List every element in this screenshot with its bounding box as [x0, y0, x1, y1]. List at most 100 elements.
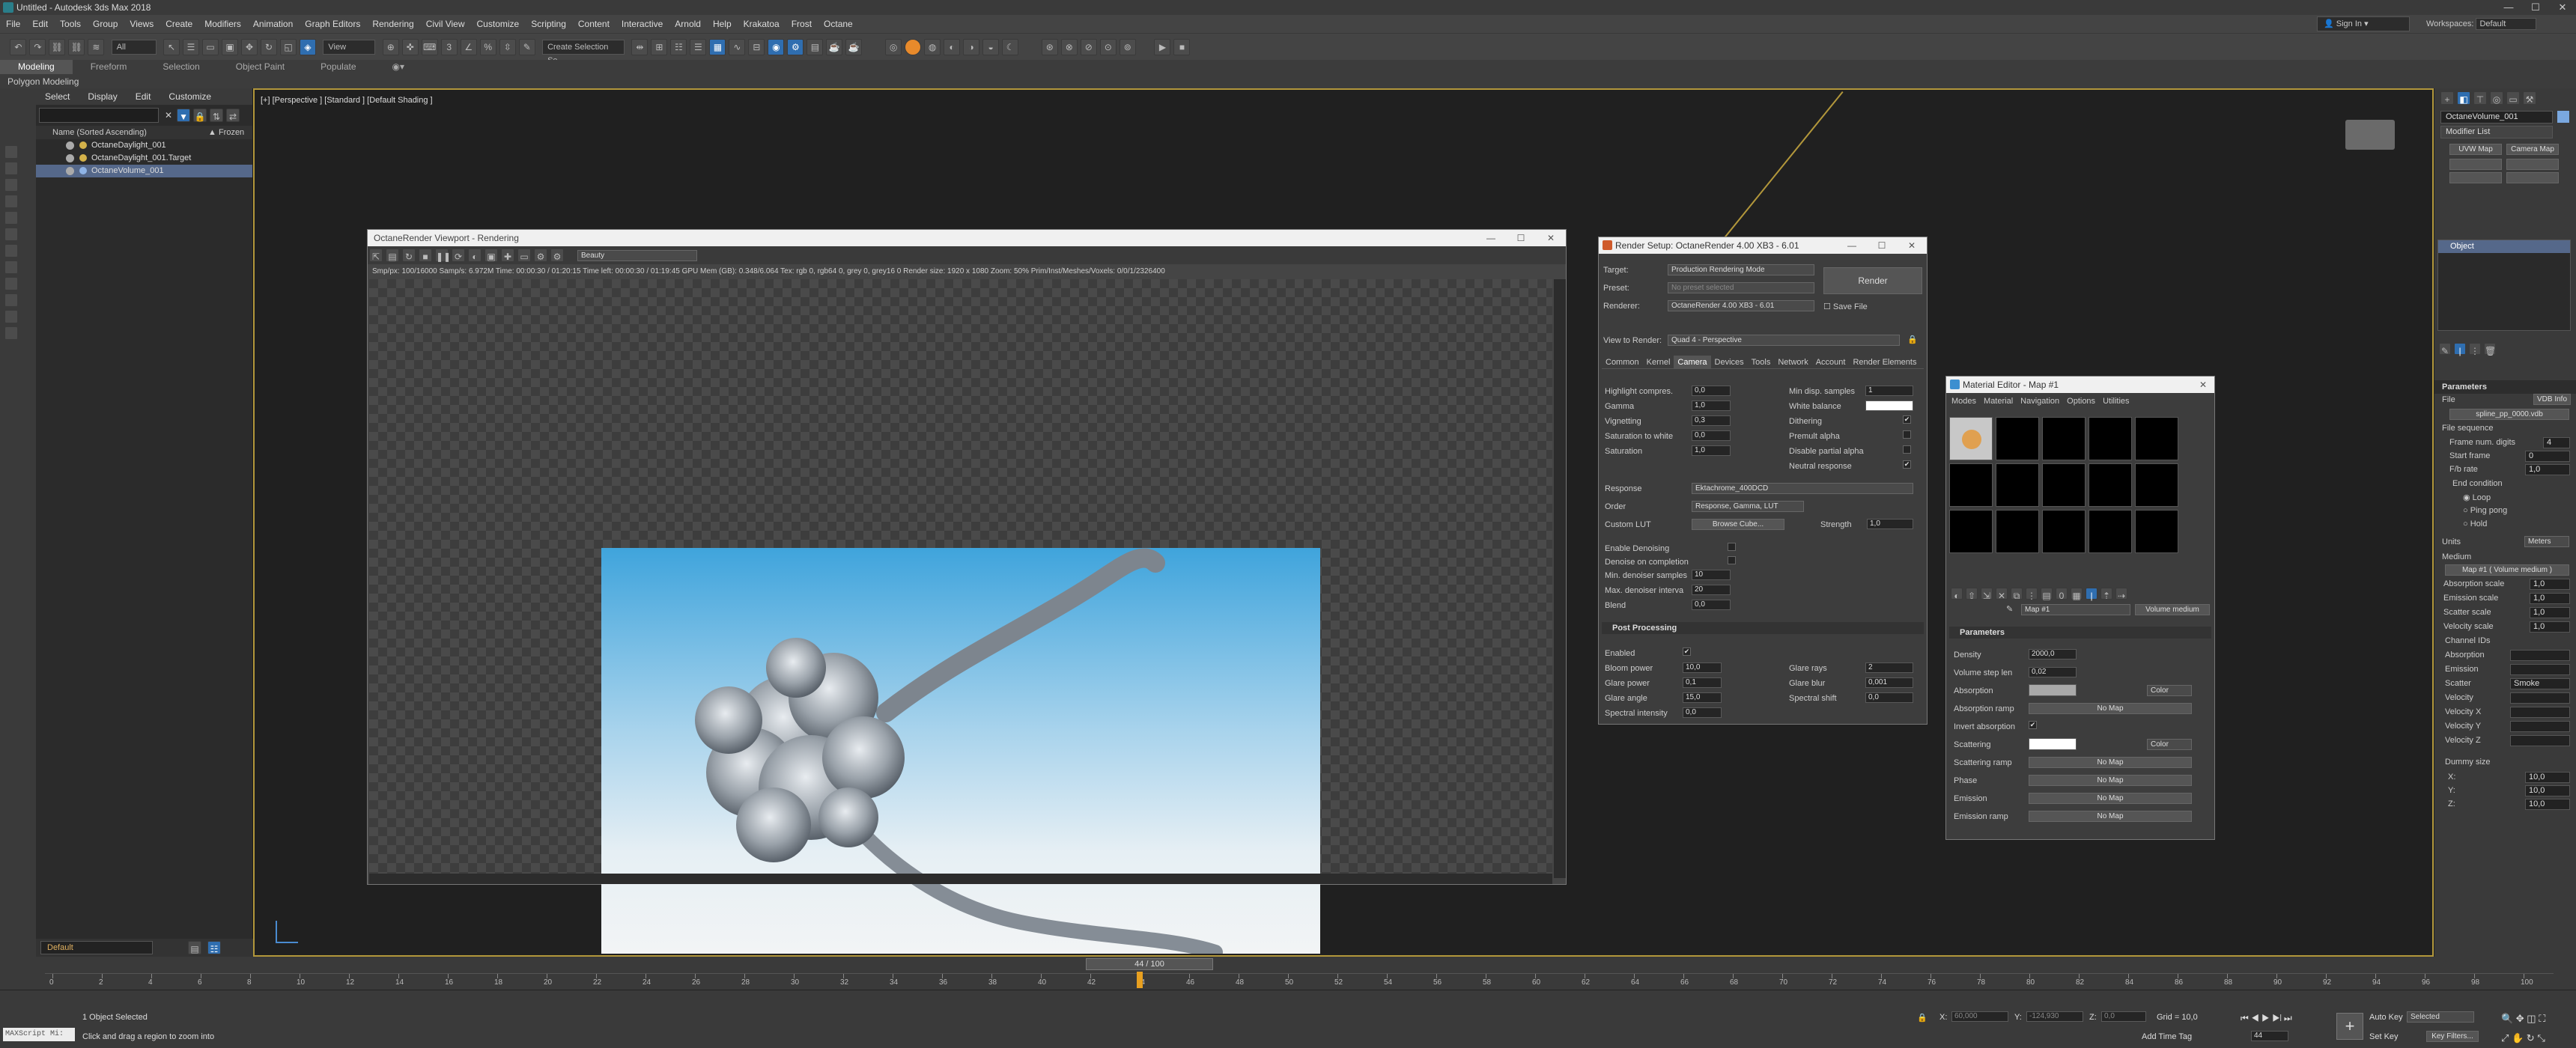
render-production-icon[interactable]: ☕ [826, 39, 843, 55]
spacewarps-filter-icon[interactable] [4, 277, 18, 290]
scale-field[interactable]: 1,0 [2530, 607, 2570, 618]
close-icon[interactable]: ✕ [1536, 230, 1566, 246]
gear-icon[interactable]: ⚙ [550, 249, 564, 262]
scale-field[interactable]: 1,0 [2530, 593, 2570, 604]
align-icon[interactable]: ⊞ [651, 39, 668, 55]
menu-navigation[interactable]: Navigation [2017, 394, 2063, 408]
modifier-slot-button[interactable] [2506, 172, 2559, 183]
render-setup-titlebar[interactable]: Render Setup: OctaneRender 4.00 XB3 - 6.… [1599, 237, 1927, 254]
krakatoa-magma-icon[interactable]: ⊚ [1119, 39, 1136, 55]
krakatoa-prt-icon[interactable]: ⊙ [1099, 39, 1117, 55]
scattering-mode-dropdown[interactable]: Color [2147, 739, 2192, 750]
rendered-frame-window-icon[interactable]: ▤ [806, 39, 824, 55]
octane-globe-icon[interactable]: ◍ [924, 39, 941, 55]
uvw-map-button[interactable]: UVW Map [2449, 144, 2502, 155]
display-all-icon[interactable] [4, 162, 18, 175]
octane-viewport-titlebar[interactable]: OctaneRender Viewport - Rendering — ☐ ✕ [368, 230, 1566, 246]
list-item[interactable]: OctaneDaylight_001.Target [36, 152, 252, 165]
filter-icon[interactable]: ▼ [177, 109, 191, 122]
menu-modifiers[interactable]: Modifiers [198, 15, 247, 33]
snap-3d-icon[interactable]: 3 [440, 39, 458, 55]
assign-material-icon[interactable]: ⇲ [1981, 588, 1993, 601]
sample-slot[interactable] [1949, 463, 1993, 507]
vertical-scrollbar[interactable] [1554, 279, 1566, 878]
start-frame-field[interactable]: 0 [2525, 451, 2570, 462]
hierarchy-icon[interactable]: ⇄ [226, 109, 240, 122]
dummy-y-field[interactable]: 10,0 [2525, 785, 2570, 796]
krakatoa-icon[interactable]: ⊛ [1041, 39, 1058, 55]
column-frozen[interactable]: ▲ Frozen [208, 126, 244, 139]
white-balance-swatch[interactable] [1865, 400, 1913, 411]
close-icon[interactable]: ✕ [2199, 377, 2207, 393]
menu-create[interactable]: Create [160, 15, 198, 33]
move-icon[interactable]: ✥ [241, 39, 258, 55]
phase-button[interactable]: No Map [2029, 775, 2192, 786]
scene-list-header[interactable]: Name (Sorted Ascending) ▲ Frozen [36, 126, 252, 139]
menu-rendering[interactable]: Rendering [366, 15, 419, 33]
lock-resolution-icon[interactable]: ▭ [517, 249, 531, 262]
gamma-field[interactable]: 1,0 [1692, 400, 1731, 411]
put-to-library-icon[interactable]: ▤ [2041, 588, 2053, 601]
spectral-intensity-field[interactable]: 0,0 [1683, 707, 1722, 718]
menu-help[interactable]: Help [707, 15, 738, 33]
scene-explorer-icon[interactable]: ☷ [207, 941, 221, 954]
menu-octane[interactable]: Octane [818, 15, 859, 33]
visibility-icon[interactable] [66, 141, 74, 150]
named-selection-dropdown[interactable]: Create Selection Se [542, 40, 625, 65]
bloom-power-field[interactable]: 10,0 [1683, 662, 1722, 673]
map-name-field[interactable]: Map #1 [2021, 604, 2130, 615]
select-manipulate-icon[interactable]: ✜ [401, 39, 419, 55]
camera-map-button[interactable]: Camera Map [2506, 144, 2559, 155]
refresh-icon[interactable]: ⟳ [452, 249, 465, 262]
close-icon[interactable]: ✕ [1897, 237, 1927, 254]
octane-daylight-icon[interactable]: ☾ [1002, 39, 1019, 55]
highlight-field[interactable]: 0,0 [1692, 386, 1731, 396]
clear-search-icon[interactable]: ✕ [165, 110, 172, 121]
menu-customize[interactable]: Customize [471, 15, 526, 33]
denoise-completion-checkbox[interactable] [1728, 556, 1736, 564]
dummy-x-field[interactable]: 10,0 [2525, 772, 2570, 783]
channel-dropdown[interactable] [2510, 664, 2570, 675]
parameters-rollout[interactable]: Parameters [2434, 380, 2576, 394]
send-scene-icon[interactable]: ⇱ [369, 249, 383, 262]
tab-freeform[interactable]: Freeform [73, 60, 145, 74]
list-item[interactable]: OctaneVolume_001 [36, 165, 252, 177]
min-denoiser-field[interactable]: 10 [1692, 570, 1731, 580]
preset-dropdown[interactable]: No preset selected [1668, 282, 1814, 293]
post-enabled-checkbox[interactable]: ✔ [1683, 648, 1691, 656]
glare-blur-field[interactable]: 0,001 [1865, 677, 1913, 688]
dummy-z-field[interactable]: 10,0 [2525, 799, 2570, 810]
ribbon-toggle-icon[interactable]: ◉▾ [374, 60, 423, 74]
tab-common[interactable]: Common [1602, 356, 1643, 369]
utilities-tab-icon[interactable]: ⚒ [2523, 91, 2536, 105]
cameras-filter-icon[interactable] [4, 244, 18, 258]
groups-filter-icon[interactable] [4, 293, 18, 307]
render-pass-dropdown[interactable]: Beauty [577, 249, 697, 261]
invert-absorption-checkbox[interactable]: ✔ [2029, 721, 2037, 729]
x-field[interactable]: 60,000 [1951, 1011, 2008, 1022]
toggle-scene-explorer-icon[interactable]: ☷ [670, 39, 687, 55]
spectral-shift-field[interactable]: 0,0 [1865, 692, 1913, 703]
absorption-mode-dropdown[interactable]: Color [2147, 685, 2192, 696]
mirror-icon[interactable]: ⇹ [631, 39, 648, 55]
frame-digits-field[interactable]: 4 [2543, 437, 2570, 448]
channel-dropdown[interactable]: Smoke [2510, 678, 2570, 689]
menu-content[interactable]: Content [572, 15, 616, 33]
stop-render-icon[interactable]: ■ [419, 249, 432, 262]
show-in-viewport-icon[interactable]: ▦ [2071, 588, 2083, 601]
tab-account[interactable]: Account [1812, 356, 1850, 369]
curve-editor-icon[interactable]: ∿ [729, 39, 746, 55]
focus-picker-icon[interactable]: ✚ [501, 249, 514, 262]
save-image-icon[interactable]: ▤ [386, 249, 399, 262]
vignetting-field[interactable]: 0,3 [1692, 415, 1731, 426]
menu-frost[interactable]: Frost [786, 15, 818, 33]
menu-file[interactable]: File [0, 15, 26, 33]
invert-display-icon[interactable] [4, 178, 18, 192]
make-unique-icon[interactable]: ⋮ [2469, 343, 2481, 356]
column-name[interactable]: Name (Sorted Ascending) [52, 128, 147, 137]
go-forward-icon[interactable]: ⇢ [2115, 588, 2127, 601]
render-button[interactable]: Render [1823, 267, 1922, 294]
tab-edit[interactable]: Edit [127, 91, 160, 102]
hierarchy-tab-icon[interactable]: ⊤ [2473, 91, 2487, 105]
emission-ramp-button[interactable]: No Map [2029, 811, 2192, 822]
